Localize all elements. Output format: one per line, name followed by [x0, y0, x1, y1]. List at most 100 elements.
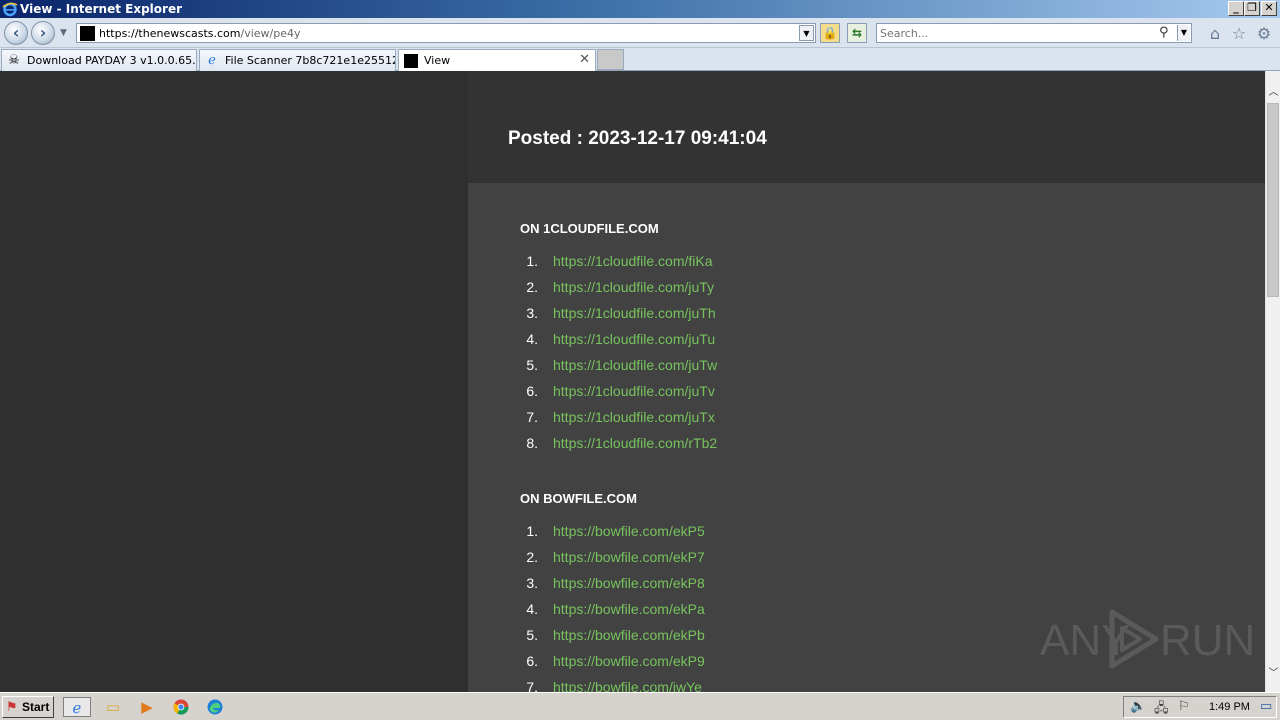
list-item: 6. https://1cloudfile.com/juTv — [520, 379, 1220, 405]
list-number: 1. — [526, 523, 538, 539]
list-number: 7. — [526, 679, 538, 692]
download-link[interactable]: https://1cloudfile.com/juTy — [553, 279, 714, 295]
list-number: 4. — [526, 601, 538, 617]
scroll-down-icon[interactable]: ﹀ — [1266, 665, 1280, 682]
taskbar-explorer-folder-icon[interactable]: ▭ — [102, 697, 124, 717]
search-box[interactable]: ⚲ ▼ — [876, 23, 1192, 43]
post-header: Posted : 2023-12-17 09:41:04 — [468, 71, 1265, 183]
list-item: 4. https://1cloudfile.com/juTu — [520, 327, 1220, 353]
list-number: 2. — [526, 549, 538, 565]
site-favicon-icon — [80, 26, 95, 41]
close-window-button[interactable]: ✕ — [1261, 1, 1277, 16]
download-link[interactable]: https://bowfile.com/ekP9 — [553, 653, 705, 669]
download-link[interactable]: https://1cloudfile.com/juTv — [553, 383, 715, 399]
search-dropdown-icon[interactable]: ▼ — [1177, 25, 1190, 41]
black-square-icon — [403, 53, 419, 68]
download-link[interactable]: https://1cloudfile.com/fiKa — [553, 253, 713, 269]
forward-arrow-icon: › — [39, 23, 47, 42]
download-link[interactable]: https://bowfile.com/ekP5 — [553, 523, 705, 539]
restore-button[interactable]: ❐ — [1244, 1, 1260, 16]
new-tab-button[interactable] — [597, 49, 624, 70]
refresh-icon[interactable]: ⇆ — [847, 23, 867, 43]
home-icon[interactable]: ⌂ — [1206, 25, 1224, 43]
list-number: 7. — [526, 409, 538, 425]
show-desktop-icon[interactable]: ▭ — [1260, 699, 1272, 714]
page-viewport: Posted : 2023-12-17 09:41:04 ON 1CLOUDFI… — [0, 71, 1265, 692]
url-host: https://thenewscasts.com — [99, 27, 241, 40]
forward-button[interactable]: › — [31, 21, 55, 45]
download-link[interactable]: https://bowfile.com/ekPb — [553, 627, 705, 643]
list-item: 1. https://bowfile.com/ekP5 — [520, 519, 1220, 545]
list-item: 8. https://1cloudfile.com/rTb2 — [520, 431, 1220, 457]
tab-payday-download[interactable]: ☠ Download PAYDAY 3 v1.0.0.65... — [1, 49, 197, 71]
download-link[interactable]: https://1cloudfile.com/juTh — [553, 305, 716, 321]
ie-logo-icon — [2, 2, 18, 17]
minimize-button[interactable]: _ — [1228, 1, 1244, 16]
favorites-star-icon[interactable]: ☆ — [1230, 25, 1248, 43]
search-icon[interactable]: ⚲ — [1159, 25, 1169, 40]
taskbar-edge-icon[interactable] — [204, 697, 226, 717]
content-column: Posted : 2023-12-17 09:41:04 ON 1CLOUDFI… — [468, 71, 1265, 692]
download-link[interactable]: https://bowfile.com/ekPa — [553, 601, 705, 617]
ie-icon: ℯ — [208, 53, 216, 68]
tab-label: Download PAYDAY 3 v1.0.0.65... — [27, 54, 197, 67]
scroll-up-icon[interactable]: ︿ — [1266, 84, 1280, 101]
url-path: /view/pe4y — [240, 27, 301, 40]
list-item: 7. https://1cloudfile.com/juTx — [520, 405, 1220, 431]
tab-bar: ☠ Download PAYDAY 3 v1.0.0.65... ℯ File … — [0, 48, 1280, 71]
security-lock-icon[interactable]: 🔒 — [820, 23, 840, 43]
close-tab-icon[interactable]: ✕ — [579, 52, 590, 67]
action-center-flag-icon[interactable]: ⚐ — [1178, 699, 1190, 714]
list-item: 1. https://1cloudfile.com/fiKa — [520, 249, 1220, 275]
list-item: 2. https://bowfile.com/ekP7 — [520, 545, 1220, 571]
taskbar-ie-icon[interactable]: ℯ — [63, 697, 91, 717]
window-title: View - Internet Explorer — [20, 2, 183, 16]
tab-label: File Scanner 7b8c721e1e25512... — [225, 54, 396, 67]
download-link[interactable]: https://1cloudfile.com/juTu — [553, 331, 715, 347]
list-item: 2. https://1cloudfile.com/juTy — [520, 275, 1220, 301]
start-button[interactable]: ⚑ Start — [2, 696, 54, 718]
scroll-thumb[interactable] — [1267, 103, 1279, 297]
list-item: 3. https://bowfile.com/ekP8 — [520, 571, 1220, 597]
list-item: 3. https://1cloudfile.com/juTh — [520, 301, 1220, 327]
gear-icon[interactable]: ⚙ — [1255, 25, 1273, 43]
back-button[interactable]: ‹ — [4, 21, 28, 45]
list-number: 4. — [526, 331, 538, 347]
posted-date: Posted : 2023-12-17 09:41:04 — [508, 128, 767, 149]
section-title-1cloudfile: ON 1CLOUDFILE.COM — [520, 221, 659, 236]
tab-label: View — [424, 54, 451, 67]
list-number: 1. — [526, 253, 538, 269]
tab-file-scanner[interactable]: ℯ File Scanner 7b8c721e1e25512... — [199, 49, 396, 71]
address-url[interactable]: https://thenewscasts.com/view/pe4y — [99, 27, 301, 40]
list-number: 3. — [526, 305, 538, 321]
download-link[interactable]: https://bowfile.com/ekP8 — [553, 575, 705, 591]
vertical-scrollbar[interactable]: ︿ ﹀ — [1265, 71, 1280, 692]
download-link[interactable]: https://1cloudfile.com/juTw — [553, 357, 717, 373]
list-number: 5. — [526, 627, 538, 643]
address-bar[interactable]: https://thenewscasts.com/view/pe4y ▼ — [76, 23, 816, 43]
watermark-text-right: RUN — [1160, 616, 1256, 665]
taskbar-chrome-icon[interactable] — [170, 697, 192, 717]
history-dropdown-icon[interactable]: ▼ — [60, 28, 67, 38]
download-link[interactable]: https://1cloudfile.com/juTx — [553, 409, 715, 425]
download-link[interactable]: https://bowfile.com/iwYe — [553, 679, 702, 692]
taskbar-media-player-icon[interactable]: ▶ — [136, 697, 158, 717]
play-triangle-icon — [1109, 609, 1159, 669]
list-item: 7. https://bowfile.com/iwYe — [520, 675, 1220, 692]
tab-view[interactable]: View ✕ — [398, 49, 596, 71]
list-number: 8. — [526, 435, 538, 451]
list-item: 5. https://1cloudfile.com/juTw — [520, 353, 1220, 379]
clock[interactable]: 1:49 PM — [1209, 701, 1250, 713]
download-link[interactable]: https://bowfile.com/ekP7 — [553, 549, 705, 565]
download-link[interactable]: https://1cloudfile.com/rTb2 — [553, 435, 717, 451]
link-list-1cloudfile: 1. https://1cloudfile.com/fiKa 2. https://… — [520, 249, 1220, 457]
taskbar: ⚑ Start ℯ ▭ ▶ 🔈 🖧 ⚐ 1:49 PM ▭ — [0, 692, 1280, 720]
list-number: 6. — [526, 383, 538, 399]
list-number: 5. — [526, 357, 538, 373]
network-icon[interactable]: 🖧 — [1154, 699, 1169, 720]
list-number: 3. — [526, 575, 538, 591]
address-dropdown-icon[interactable]: ▼ — [799, 25, 814, 41]
speaker-icon[interactable]: 🔈 — [1130, 699, 1146, 714]
list-number: 2. — [526, 279, 538, 295]
search-input[interactable] — [880, 26, 1150, 41]
